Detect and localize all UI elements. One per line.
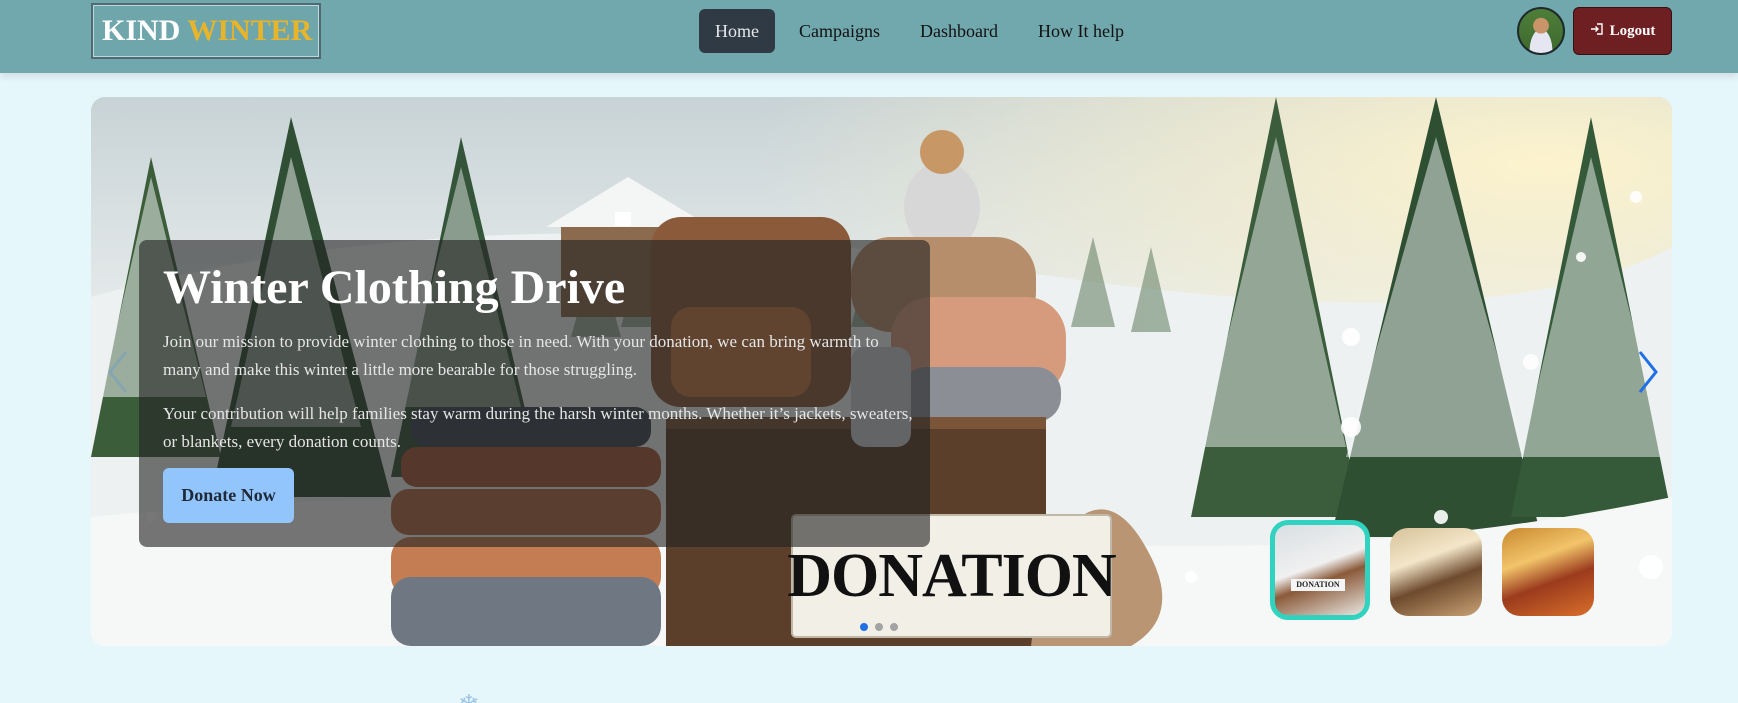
nav-item-campaigns[interactable]: Campaigns — [783, 9, 896, 53]
logout-button[interactable]: Logout — [1573, 7, 1672, 55]
brand-part1: KIND — [102, 14, 181, 47]
carousel-pagination — [860, 623, 898, 631]
logout-icon — [1590, 22, 1604, 40]
brand-part2: WINTER — [187, 14, 313, 47]
navbar: KIND WINTER Home Campaigns Dashboard How… — [0, 0, 1738, 73]
donate-now-button[interactable]: Donate Now — [163, 468, 294, 523]
snowflake-icon: ❄ — [458, 690, 480, 703]
hero-paragraph-2: Your contribution will help families sta… — [163, 404, 913, 451]
pagination-dot-3[interactable] — [890, 623, 898, 631]
logout-label: Logout — [1609, 22, 1656, 39]
thumbnail-1[interactable]: DONATION — [1270, 520, 1370, 620]
hero-title: Winter Clothing Drive — [163, 261, 626, 314]
hero-paragraph-1: Join our mission to provide winter cloth… — [163, 332, 879, 379]
hero-carousel: DONATION Winter Clothing Drive Join our … — [91, 97, 1672, 646]
nav-item-how-it-help[interactable]: How It help — [1022, 9, 1140, 53]
thumbnail-1-sign: DONATION — [1291, 579, 1345, 591]
hero-caption: Winter Clothing Drive Join our mission t… — [139, 240, 930, 547]
brand-logo[interactable]: KIND WINTER — [91, 3, 321, 59]
nav-item-dashboard[interactable]: Dashboard — [904, 9, 1014, 53]
pagination-dot-2[interactable] — [875, 623, 883, 631]
nav-item-home[interactable]: Home — [699, 9, 775, 53]
user-avatar[interactable] — [1517, 7, 1565, 55]
pagination-dot-1[interactable] — [860, 623, 868, 631]
thumbnail-2[interactable] — [1390, 528, 1482, 616]
thumbnail-3[interactable] — [1502, 528, 1594, 616]
carousel-next-icon[interactable] — [1631, 347, 1665, 397]
nav-links: Home Campaigns Dashboard How It help — [699, 9, 1148, 53]
carousel-prev-icon[interactable] — [101, 347, 135, 397]
